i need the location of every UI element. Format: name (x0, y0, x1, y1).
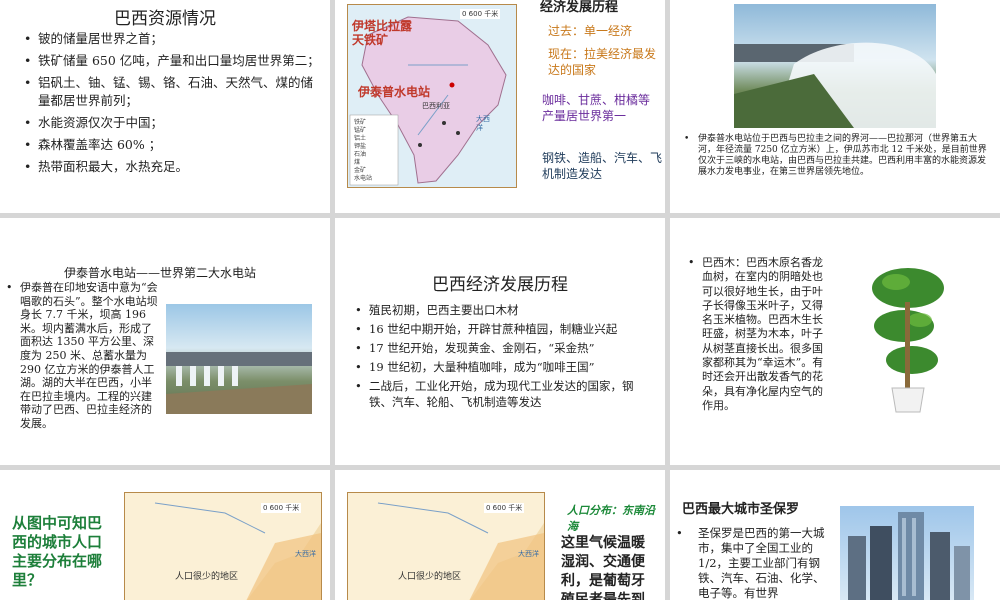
slide-title: 伊泰普水电站——世界第二大水电站 (63, 266, 256, 280)
sao-paulo-text: 圣保罗是巴西的第一大城市，集中了全国工业的 1/2，主要工业部门有钢铁、汽车、石… (676, 526, 828, 600)
map-ocean-label: 大西洋 (476, 115, 490, 132)
ocean-label: 大西洋 (295, 550, 316, 558)
slide-title: 经济发展历程 (540, 0, 619, 15)
answer-header: 人口分布：东南沿海 (567, 504, 655, 533)
list-item: 二战后，工业化开始，成为现代工业发达的国家，钢铁、汽车、轮船、飞机制造等发达 (355, 378, 655, 410)
sao-paulo-desc: 圣保罗是巴西的第一大城市，集中了全国工业的 1/2，主要工业部门有钢铁、汽车、石… (698, 526, 825, 600)
legend-item: 钾盐 (354, 143, 367, 150)
legend-item: 铝土 (354, 135, 367, 142)
map-city-label: 巴西利亚 (422, 102, 450, 110)
economy-now: 现在：拉美经济最发达的国家 (548, 47, 657, 77)
plant-graphic (872, 268, 944, 413)
list-item: 森林覆盖率达 60% ； (24, 136, 320, 154)
resource-list: 铍的储量居世界之首； 铁矿储量 650 亿吨，产量和出口量均居世界第二； 铝矾土… (24, 30, 320, 176)
history-list: 殖民初期，巴西主要出口木材 16 世纪中期开始，开辟甘蔗种植园，制糖业兴起 17… (355, 302, 655, 410)
slide-population-answer[interactable]: 0 600 千米 人口很少的地区 大西洋 人口分布：东南沿海 这里气候温暖湿润、… (335, 470, 665, 600)
slide-itaipu-desc[interactable]: 伊泰普水电站位于巴西与巴拉圭之间的界河——巴拉那河（世界第五大河，年径流量 72… (670, 0, 1000, 213)
list-item: 热带面积最大，水热充足。 (24, 158, 320, 176)
slide-economy-history[interactable]: 巴西经济发展历程 殖民初期，巴西主要出口木材 16 世纪中期开始，开辟甘蔗种植园… (335, 218, 665, 465)
list-item: 殖民初期，巴西主要出口木材 (355, 302, 655, 318)
legend-item: 水电站 (354, 175, 373, 182)
list-item: 伊泰普在印地安语中意为“会唱歌的石头”。整个水电站坝身长 7.7 千米，坝高 1… (6, 281, 162, 431)
legend-item: 锰矿 (354, 127, 367, 134)
list-item: 水能资源仅次于中国； (24, 114, 320, 132)
map-legend: 铁矿 锰矿 铝土 钾盐 石油 煤 金矿 水电站 (354, 119, 398, 183)
economy-industry: 钢铁、造船、汽车、飞机制造发达 (542, 151, 663, 181)
list-item: 圣保罗是巴西的第一大城市，集中了全国工业的 1/2，主要工业部门有钢铁、汽车、石… (676, 526, 828, 600)
dam-graphic (734, 42, 936, 128)
list-item: 铍的储量居世界之首； (24, 30, 320, 48)
region-label: 人口很少的地区 (175, 572, 239, 582)
economy-crops: 咖啡、甘蔗、柑橘等产量居世界第一 (542, 93, 651, 123)
city-photo (840, 506, 974, 600)
legend-item: 铁矿 (354, 119, 367, 126)
itaipu-photo (166, 304, 312, 414)
answer-body: 这里气候温暖湿润、交通便利，是葡萄牙殖民者最先到 (561, 535, 645, 600)
economy-past: 过去：单一经济 (548, 24, 633, 38)
scale-bar: 0 600 千米 (484, 503, 525, 513)
region-label: 人口很少的地区 (398, 572, 462, 582)
slide-resources[interactable]: 巴西资源情况 铍的储量居世界之首； 铁矿储量 650 亿吨，产量和出口量均居世界… (0, 0, 330, 213)
slide-title: 巴西资源情况 (114, 9, 216, 29)
slide-brazil-wood[interactable]: 巴西木：巴西木原名香龙血树，在室内的阴暗处也可以很好地生长，由于叶子长得像玉米叶… (670, 218, 1000, 465)
slide-title: 巴西经济发展历程 (432, 275, 568, 295)
population-map: 0 600 千米 人口很少的地区 大西洋 (124, 492, 322, 600)
list-item: 铝矾土、铀、锰、锡、铬、石油、天然气、煤的储量都居世界前列； (24, 74, 320, 110)
list-item: 巴西木：巴西木原名香龙血树，在室内的阴暗处也可以很好地生长，由于叶子长得像玉米叶… (688, 256, 828, 413)
list-item: 铁矿储量 650 亿吨，产量和出口量均居世界第二； (24, 52, 320, 70)
list-item: 19 世纪初，大量种植咖啡，成为“咖啡王国” (355, 359, 655, 375)
question-text: 从图中可知巴西的城市人口主要分布在哪里？ (12, 514, 103, 589)
legend-item: 金矿 (354, 167, 367, 174)
population-map: 0 600 千米 人口很少的地区 大西洋 (347, 492, 545, 600)
scale-bar: 0 600 千米 (460, 9, 501, 19)
dam-photo (734, 4, 936, 128)
map-label-iron-mine: 伊塔比拉露天铁矿 (352, 19, 413, 47)
itaipu-text: 伊泰普在印地安语中意为“会唱歌的石头”。整个水电站坝身长 7.7 千米，坝高 1… (6, 281, 162, 431)
slide-sao-paulo[interactable]: 巴西最大城市圣保罗 圣保罗是巴西的第一大城市，集中了全国工业的 1/2，主要工业… (670, 470, 1000, 600)
scale-bar: 0 600 千米 (261, 503, 302, 513)
slide-title: 巴西最大城市圣保罗 (682, 502, 800, 517)
map-label-hydro: 伊泰普水电站 (358, 85, 431, 99)
plant-photo (866, 262, 950, 414)
slide-resource-map[interactable]: 0 600 千米 伊塔比拉露天铁矿 伊泰普水电站 巴西利亚 大西洋 铁矿 锰矿 … (335, 0, 665, 213)
slide-population-question[interactable]: 从图中可知巴西的城市人口主要分布在哪里？ 0 600 千米 人口很少的地区 大西… (0, 470, 330, 600)
ocean-label: 大西洋 (518, 550, 539, 558)
slide-itaipu[interactable]: 伊泰普水电站——世界第二大水电站 伊泰普在印地安语中意为“会唱歌的石头”。整个水… (0, 218, 330, 465)
resource-map: 0 600 千米 伊塔比拉露天铁矿 伊泰普水电站 巴西利亚 大西洋 铁矿 锰矿 … (347, 4, 517, 188)
brazil-wood-text: 巴西木：巴西木原名香龙血树，在室内的阴暗处也可以很好地生长，由于叶子长得像玉米叶… (688, 256, 828, 413)
legend-item: 石油 (354, 151, 367, 158)
dam-description: 伊泰普水电站位于巴西与巴拉圭之间的界河——巴拉那河（世界第五大河，年径流量 72… (684, 134, 988, 178)
list-item: 17 世纪开始，发现黄金、金刚石，“采金热” (355, 340, 655, 356)
legend-item: 煤 (354, 159, 361, 166)
list-item: 16 世纪中期开始，开辟甘蔗种植园，制糖业兴起 (355, 321, 655, 337)
city-graphic (848, 512, 970, 600)
list-item: 伊泰普水电站位于巴西与巴拉圭之间的界河——巴拉那河（世界第五大河，年径流量 72… (684, 134, 988, 178)
itaipu-graphic (166, 352, 312, 414)
